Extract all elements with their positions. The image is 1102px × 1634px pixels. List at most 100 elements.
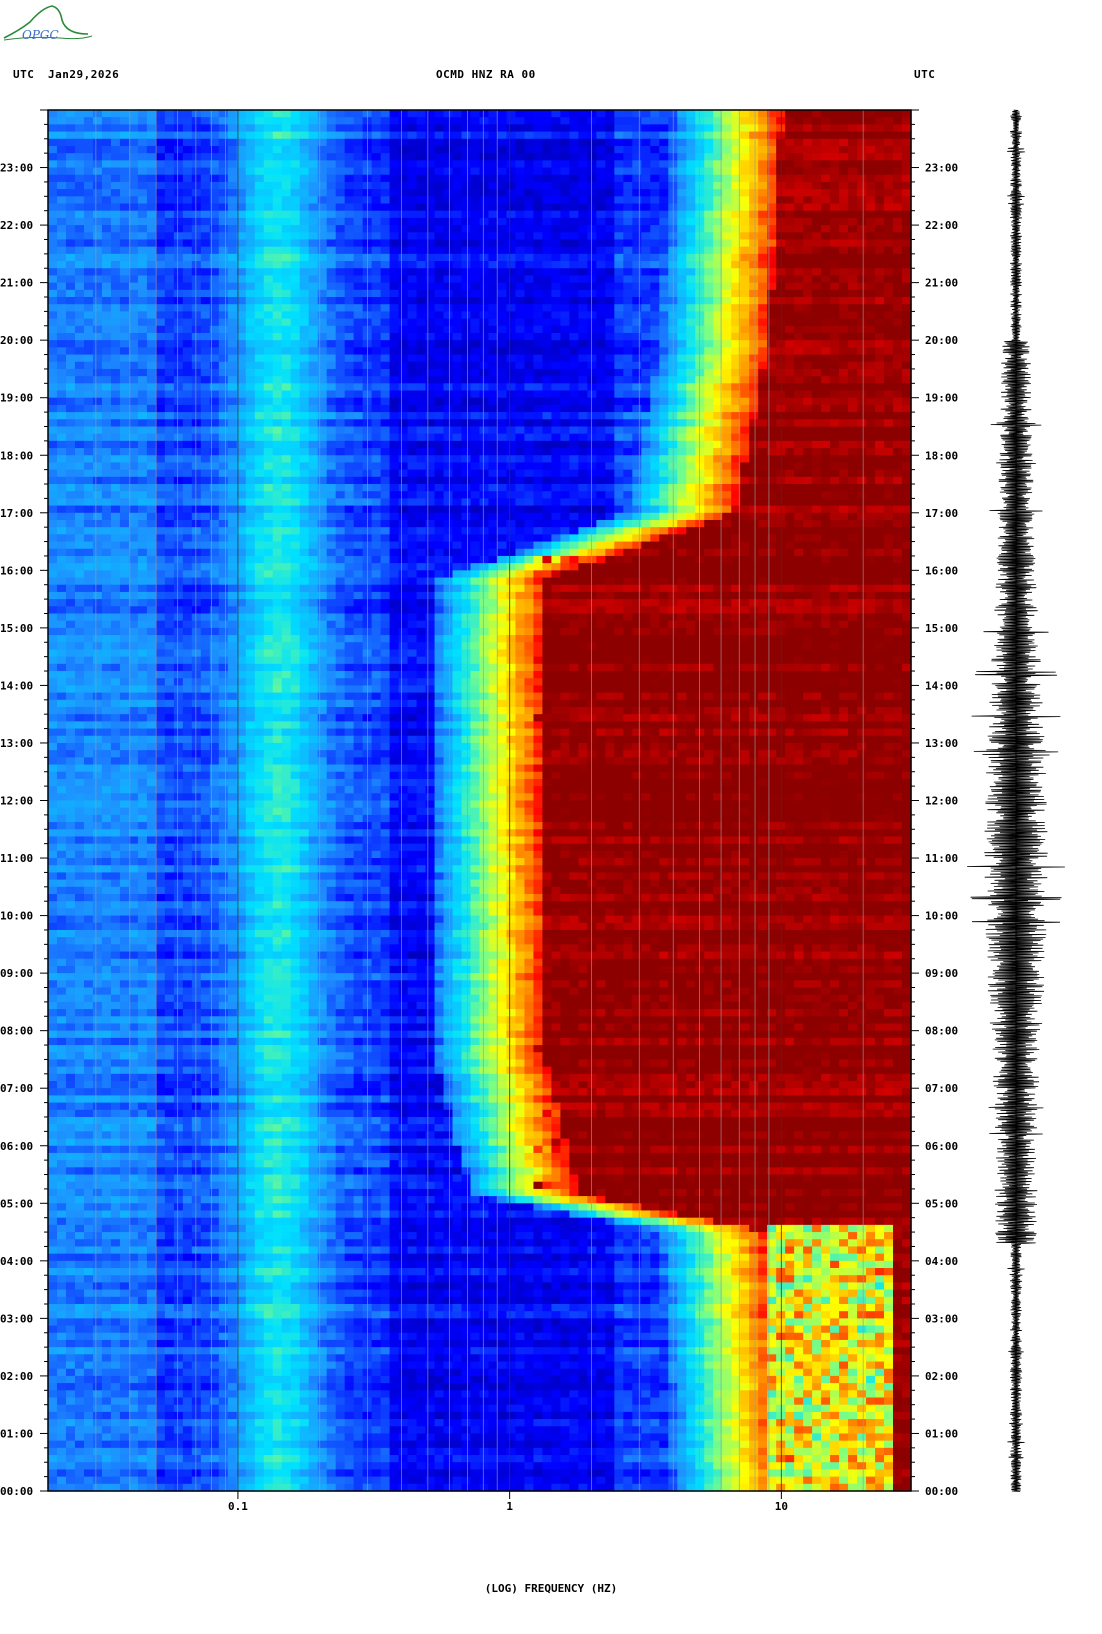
spectrogram-cell [425,433,436,442]
spectrogram-cell [227,153,238,161]
spectrogram-cell [308,131,319,140]
spectrogram-cell [407,253,418,262]
spectrogram-cell [479,404,490,413]
spectrogram-cell [497,404,508,413]
spectrogram-cell [605,469,615,478]
spectrogram-cell [560,390,570,399]
spectrogram-cell [758,160,768,169]
spectrogram-cell [191,289,202,298]
spectrogram-cell [776,160,795,169]
spectrogram-cell [48,282,58,291]
spectrogram-cell [164,232,175,241]
spectrogram-cell [281,174,292,183]
spectrogram-cell [569,412,579,420]
spectrogram-cell [83,462,94,471]
spectrogram-cell [560,361,570,370]
spectrogram-cell [488,325,499,334]
spectrogram-cell [560,412,570,420]
spectrogram-cell [371,217,382,226]
spectrogram-cell [380,426,391,435]
spectrogram-cell [56,498,67,507]
spectrogram-cell [641,426,651,435]
spectrogram-cell [533,347,544,356]
spectrogram-cell [389,160,400,169]
spectrogram-cell [218,304,229,312]
spectrogram-cell [839,203,849,212]
spectrogram-cell [173,455,184,464]
spectrogram-cell [587,361,597,370]
spectrogram-cell [272,390,283,399]
spectrogram-cell [803,469,813,478]
spectrogram-cell [101,390,112,399]
spectrogram-cell [605,419,615,428]
spectrogram-cell [785,203,795,212]
spectrogram-cell [632,124,642,133]
spectrogram-cell [308,448,319,456]
spectrogram-cell [623,318,633,327]
spectrogram-cell [371,268,382,277]
spectrogram-cell [821,232,831,241]
spectrogram-cell [344,462,355,471]
spectrogram-cell [281,412,292,420]
spectrogram-cell [812,297,822,305]
spectrogram-cell [641,131,651,140]
spectrogram-cell [740,181,750,190]
spectrogram-cell [182,440,193,449]
spectrogram-cell [344,253,355,262]
spectrogram-cell [695,253,705,262]
spectrogram-cell [479,253,490,262]
spectrogram-cell [812,268,822,277]
spectrogram-cell [155,167,166,176]
spectrogram-cell [452,160,472,169]
spectrogram-cell [506,117,517,125]
spectrogram-cell [704,232,714,241]
spectrogram-cell [83,131,94,140]
spectrogram-cell [551,275,562,284]
spectrogram-cell [902,476,912,485]
spectrogram-cell [137,261,148,269]
spectrogram-cell [137,462,148,471]
spectrogram-cell [488,203,499,212]
spectrogram-cell [56,110,67,118]
spectrogram-cell [119,383,130,392]
spectrogram-cell [326,491,337,499]
spectrogram-cell [434,383,445,392]
spectrogram-cell [830,232,840,241]
spectrogram-cell [281,498,292,507]
spectrogram-cell [65,498,76,507]
spectrogram-cell [128,426,139,435]
spectrogram-cell [569,239,579,248]
spectrogram-cell [902,390,912,399]
spectrogram-cell [218,131,229,140]
spectrogram-cell [335,318,346,327]
spectrogram-cell [92,318,103,327]
spectrogram-cell [164,246,175,255]
spectrogram-cell [272,275,283,284]
spectrogram-cell [48,196,58,205]
spectrogram-cell [803,311,813,320]
spectrogram-cell [632,131,642,140]
spectrogram-cell [614,419,624,428]
spectrogram-cell [722,368,732,377]
spectrogram-cell [146,325,157,334]
spectrogram-cell [506,491,517,499]
spectrogram-cell [569,253,579,262]
spectrogram-cell [848,225,858,233]
spectrogram-cell [524,397,535,406]
spectrogram-cell [848,145,858,154]
spectrogram-cell [479,340,490,348]
spectrogram-cell [461,232,481,241]
spectrogram-cell [857,275,867,284]
spectrogram-cell [605,138,615,147]
spectrogram-cell [794,469,804,478]
spectrogram-cell [803,462,813,471]
spectrogram-cell [461,196,472,205]
spectrogram-cell [749,412,759,420]
spectrogram-cell [488,476,499,485]
spectrogram-cell [452,383,463,392]
spectrogram-cell [506,297,517,305]
spectrogram-cell [524,419,535,428]
spectrogram-cell [200,167,211,176]
spectrogram-cell [875,117,885,125]
spectrogram-cell [74,110,94,118]
